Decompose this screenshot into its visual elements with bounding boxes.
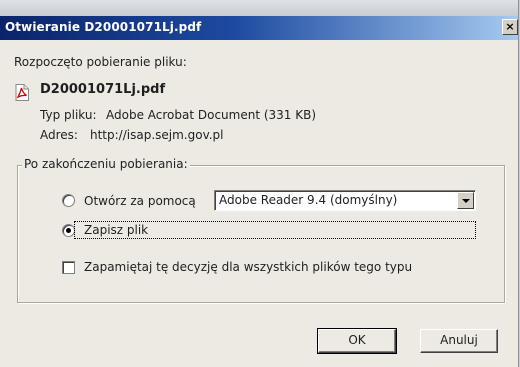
open-with-app-select[interactable]: Adobe Reader 9.4 (domyślny): [214, 190, 476, 211]
close-button[interactable]: ×: [502, 19, 518, 35]
download-dialog: Otwieranie D20001071Lj.pdf × Rozpoczęto …: [0, 0, 519, 367]
dialog-title: Otwieranie D20001071Lj.pdf: [5, 20, 202, 34]
radio-selected-dot: [66, 228, 71, 233]
file-name: D20001071Lj.pdf: [40, 82, 166, 97]
open-with-app-value: Adobe Reader 9.4 (domyślny): [219, 193, 398, 207]
ok-button-label: OK: [348, 333, 366, 347]
cancel-button[interactable]: Anuluj: [420, 329, 498, 353]
chevron-down-icon[interactable]: [457, 192, 474, 209]
cancel-button-label: Anuluj: [440, 333, 478, 347]
remember-decision-checkbox[interactable]: [62, 261, 75, 274]
after-download-legend: Po zakończeniu pobierania:: [22, 157, 190, 171]
close-icon: ×: [505, 20, 515, 33]
file-type-label: Typ pliku:: [40, 108, 97, 122]
file-type-value: Adobe Acrobat Document (331 KB): [106, 108, 317, 122]
open-with-label[interactable]: Otwórz za pomocą: [84, 194, 196, 208]
address-value: http://isap.sejm.gov.pl: [90, 128, 224, 142]
intro-text: Rozpoczęto pobieranie pliku:: [14, 55, 187, 69]
save-file-label[interactable]: Zapisz plik: [84, 223, 148, 237]
pdf-file-icon: [15, 84, 29, 101]
open-with-radio[interactable]: [62, 194, 75, 207]
remember-decision-label[interactable]: Zapamiętaj tę decyzję dla wszystkich pli…: [84, 260, 412, 274]
address-label: Adres:: [40, 128, 78, 142]
ok-button[interactable]: OK: [317, 328, 397, 354]
desktop-strip: [0, 0, 518, 16]
title-bar[interactable]: Otwieranie D20001071Lj.pdf ×: [0, 16, 518, 40]
